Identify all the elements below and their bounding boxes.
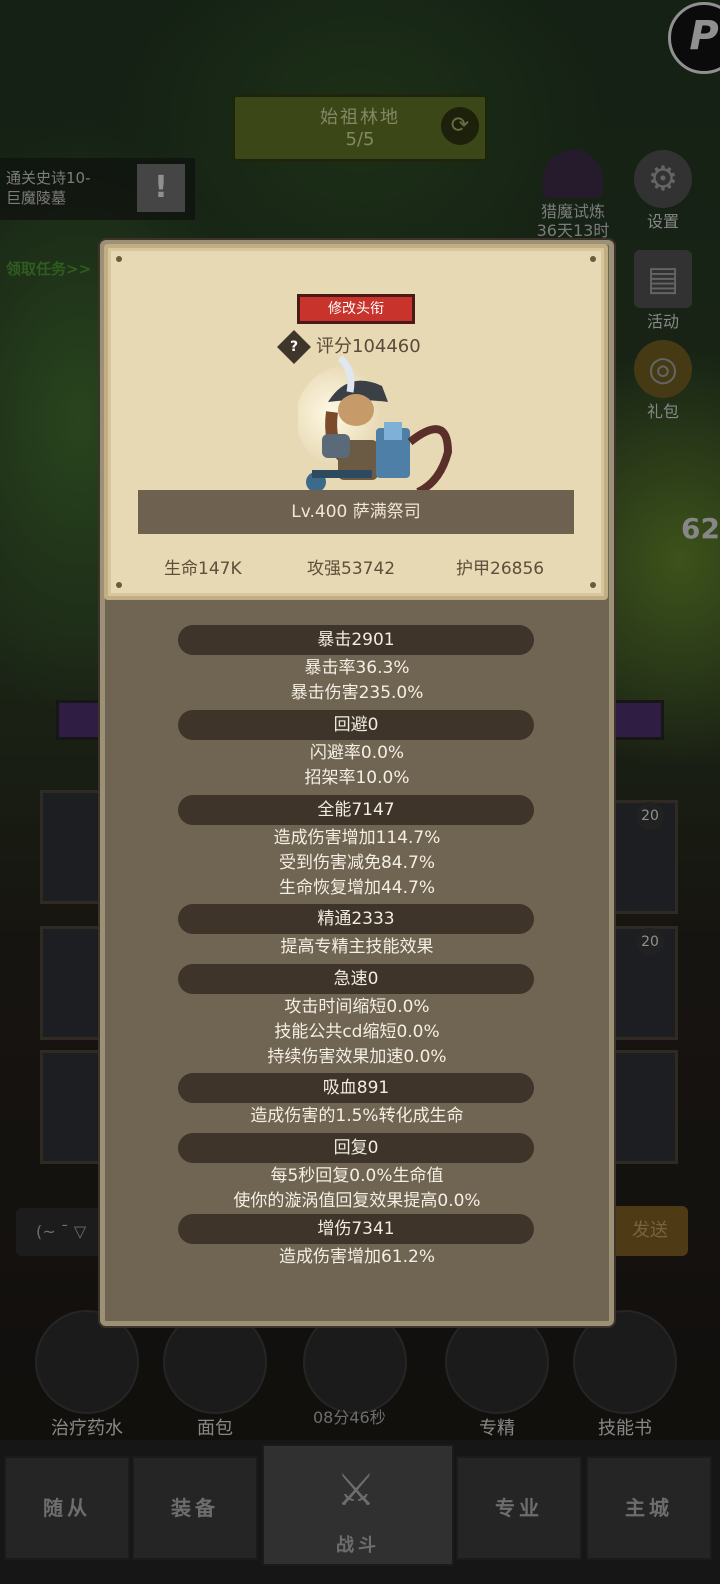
stat-line: 造成伤害增加114.7%	[273, 828, 441, 848]
stat-line: 闪避率0.0%	[309, 743, 405, 763]
nail-icon	[590, 582, 596, 588]
stat-line: 造成伤害增加61.2%	[278, 1247, 435, 1267]
stat-line: 提高专精主技能效果	[280, 937, 434, 957]
stat-line: 使你的漩涡值回复效果提高0.0%	[233, 1191, 481, 1211]
stat-header-mastery: 精通2333	[178, 904, 534, 934]
edit-title-button[interactable]: 修改头衔	[297, 294, 415, 324]
hero-name-bar: Lv.400 萨满祭司	[138, 490, 574, 534]
stat-line: 生命恢复增加44.7%	[278, 878, 435, 898]
stat-header-regen: 回复0	[178, 1133, 534, 1163]
stat-line: 每5秒回复0.0%生命值	[270, 1166, 444, 1186]
stat-line: 技能公共cd缩短0.0%	[274, 1022, 440, 1042]
stat-line: 暴击伤害235.0%	[290, 683, 424, 703]
stat-header-avoidance: 回避0	[178, 710, 534, 740]
stat-header-crit: 暴击2901	[178, 625, 534, 655]
stat-line: 造成伤害的1.5%转化成生命	[250, 1106, 464, 1126]
stat-line: 持续伤害效果加速0.0%	[267, 1047, 447, 1067]
nail-icon	[116, 256, 122, 262]
nail-icon	[590, 256, 596, 262]
attack-power-stat: 攻强53742	[307, 559, 396, 579]
stat-line: 攻击时间缩短0.0%	[284, 997, 430, 1017]
stat-line: 暴击率36.3%	[304, 658, 410, 678]
stat-line: 招架率10.0%	[304, 768, 410, 788]
hero-sprite	[298, 355, 453, 494]
stat-header-leech: 吸血891	[178, 1073, 534, 1103]
stat-header-versatility: 全能7147	[178, 795, 534, 825]
stat-header-damage-bonus: 增伤7341	[178, 1214, 534, 1244]
nail-icon	[116, 582, 122, 588]
stat-line: 受到伤害减免84.7%	[278, 853, 435, 873]
armor-stat: 护甲26856	[456, 559, 545, 579]
stat-header-haste: 急速0	[178, 964, 534, 994]
hp-stat: 生命147K	[164, 559, 242, 579]
